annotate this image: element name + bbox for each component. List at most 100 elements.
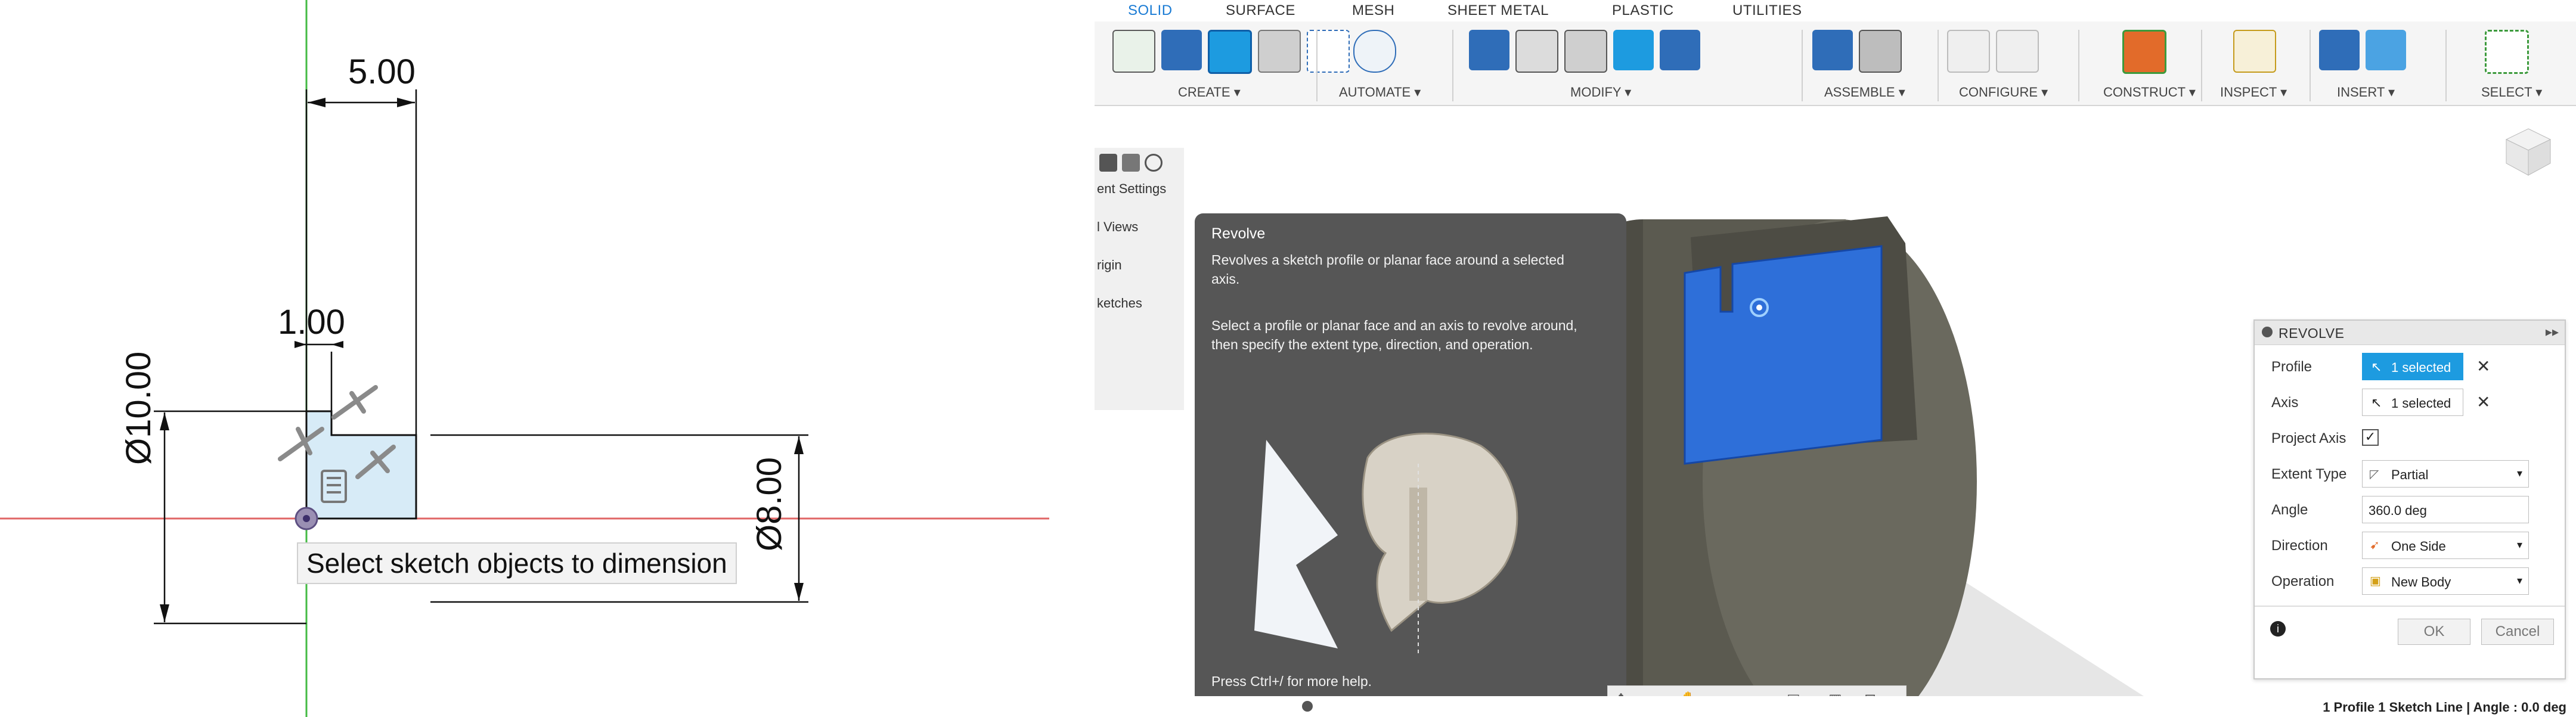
angle-label: Angle — [2271, 502, 2308, 518]
origin-point-icon[interactable] — [295, 507, 318, 530]
status-text: 1 Profile 1 Sketch Line | Angle : 0.0 de… — [2323, 700, 2566, 715]
ok-button[interactable]: OK — [2398, 619, 2470, 645]
dim-diameter-right[interactable]: Ø8.00 — [750, 457, 789, 551]
tab-plastic[interactable]: PLASTIC — [1612, 2, 1674, 19]
revolve-icon[interactable] — [1208, 30, 1252, 74]
visibility-icon[interactable] — [1145, 154, 1163, 172]
inspect-group: INSPECT ▾ — [2209, 26, 2299, 103]
extrude-icon[interactable] — [1161, 30, 1202, 70]
dim-top-width[interactable]: 5.00 — [348, 52, 416, 91]
select-menu[interactable]: SELECT ▾ — [2481, 85, 2542, 100]
construct-menu[interactable]: CONSTRUCT ▾ — [2103, 85, 2196, 100]
direction-dropdown[interactable]: ➹ One Side ▾ — [2362, 532, 2529, 559]
project-axis-label: Project Axis — [2271, 430, 2346, 446]
automate-icon[interactable] — [1353, 30, 1396, 73]
extent-type-dropdown[interactable]: ◸ Partial ▾ — [2362, 460, 2529, 488]
browser-item-settings[interactable]: ent Settings — [1097, 181, 1166, 197]
insert-image-icon[interactable] — [2366, 30, 2406, 70]
create-group: CREATE ▾ — [1112, 26, 1350, 103]
selected-profile[interactable] — [1684, 245, 1883, 465]
sketch-drawing: 5.00 1.00 Ø10.00 Ø8.00 — [0, 0, 1049, 717]
axis-label: Axis — [2271, 395, 2299, 411]
sketch-canvas[interactable]: 5.00 1.00 Ø10.00 Ø8.00 Select sketch obj… — [0, 0, 1049, 717]
hole-icon[interactable] — [1258, 30, 1301, 73]
modify-menu[interactable]: MODIFY ▾ — [1570, 85, 1631, 100]
dim-step[interactable]: 1.00 — [278, 303, 345, 342]
dim-diameter-left[interactable]: Ø10.00 — [119, 352, 158, 465]
construct-plane-icon[interactable] — [2122, 30, 2166, 74]
angle-input[interactable]: 360.0 deg — [2362, 496, 2529, 523]
inspect-menu[interactable]: INSPECT ▾ — [2220, 85, 2287, 100]
browser-toggle-icon[interactable] — [1099, 154, 1117, 172]
measure-icon[interactable] — [2233, 30, 2276, 73]
toolbar-divider — [1452, 30, 1453, 101]
insert-derive-icon[interactable] — [2319, 30, 2360, 70]
browser-search-icon[interactable] — [1122, 154, 1140, 172]
browser-item-origin[interactable]: rigin — [1097, 257, 1122, 273]
construct-group: CONSTRUCT ▾ — [2087, 26, 2200, 103]
chamfer-icon[interactable] — [1564, 30, 1607, 73]
toolbar: CREATE ▾ AUTOMATE ▾ MODIFY ▾ ASSEMBLE ▾ … — [1095, 21, 2576, 106]
canvas-viewport[interactable]: ent Settings l Views rigin ketches Revol… — [1095, 106, 2576, 704]
project-axis-row: Project Axis ✓ — [2255, 421, 2565, 455]
insert-group: INSERT ▾ — [2319, 26, 2438, 103]
revolve-illustration — [1254, 433, 1518, 654]
combine-icon[interactable] — [1660, 30, 1700, 70]
expand-icon[interactable]: ▸▸ — [2546, 324, 2559, 340]
profile-row: Profile ↖ 1 selected ✕ — [2255, 349, 2565, 384]
direction-row: Direction ➹ One Side ▾ — [2255, 528, 2565, 563]
toolbar-divider — [2310, 30, 2311, 101]
chevron-down-icon: ▾ — [2516, 539, 2522, 551]
table-icon[interactable] — [1996, 30, 2039, 73]
create-menu[interactable]: CREATE ▾ — [1178, 85, 1241, 100]
toolbar-divider — [1938, 30, 1939, 101]
tab-surface[interactable]: SURFACE — [1226, 2, 1295, 19]
clear-axis-button[interactable]: ✕ — [2476, 392, 2490, 412]
browser-item-sketches[interactable]: ketches — [1097, 296, 1142, 311]
tab-utilities[interactable]: UTILITIES — [1732, 2, 1802, 19]
tab-mesh[interactable]: MESH — [1352, 2, 1394, 19]
assemble-menu[interactable]: ASSEMBLE ▾ — [1824, 85, 1905, 100]
browser-item-views[interactable]: l Views — [1097, 219, 1138, 235]
automate-menu[interactable]: AUTOMATE ▾ — [1339, 85, 1421, 100]
tooltip-description: Revolves a sketch profile or planar face… — [1211, 252, 1564, 287]
configure-group: CONFIGURE ▾ — [1947, 26, 2066, 103]
operation-dropdown[interactable]: ▣ New Body ▾ — [2362, 567, 2529, 595]
project-axis-checkbox[interactable]: ✓ — [2362, 429, 2379, 446]
joint-icon[interactable] — [1859, 30, 1902, 73]
profile-selector[interactable]: ↖ 1 selected — [2362, 353, 2463, 380]
dialog-title: REVOLVE — [2279, 325, 2345, 341]
tooltip-title: Revolve — [1211, 225, 1266, 242]
toolbar-divider — [2201, 30, 2202, 101]
press-pull-icon[interactable] — [1469, 30, 1509, 70]
angle-row: Angle 360.0 deg — [2255, 492, 2565, 527]
info-icon[interactable]: i — [2270, 621, 2286, 637]
chevron-down-icon: ▾ — [2516, 467, 2522, 479]
cancel-button[interactable]: Cancel — [2481, 619, 2554, 645]
fillet-icon[interactable] — [1515, 30, 1558, 73]
select-icon[interactable] — [2485, 30, 2529, 74]
clear-profile-button[interactable]: ✕ — [2476, 356, 2490, 376]
new-body-icon: ▣ — [2370, 575, 2381, 588]
fusion-window: SOLID SURFACE MESH SHEET METAL PLASTIC U… — [1095, 0, 2576, 717]
tab-solid[interactable]: SOLID — [1123, 2, 1177, 24]
status-bar: 1 Profile 1 Sketch Line | Angle : 0.0 de… — [1095, 696, 2576, 717]
new-sketch-icon[interactable] — [1112, 30, 1155, 73]
tab-sheet-metal[interactable]: SHEET METAL — [1447, 2, 1549, 19]
dialog-divider — [2255, 606, 2565, 607]
collapse-icon[interactable] — [2262, 327, 2273, 337]
configure-menu[interactable]: CONFIGURE ▾ — [1959, 85, 2048, 100]
one-side-icon: ➹ — [2370, 539, 2380, 552]
shell-icon[interactable] — [1613, 30, 1654, 70]
insert-menu[interactable]: INSERT ▾ — [2337, 85, 2395, 100]
toolbar-divider — [2078, 30, 2079, 101]
partial-icon: ◸ — [2370, 468, 2379, 481]
tooltip-instructions: Select a profile or planar face and an a… — [1211, 318, 1577, 352]
configure-icon[interactable] — [1947, 30, 1990, 73]
view-cube[interactable] — [2501, 124, 2555, 178]
new-component-icon[interactable] — [1812, 30, 1853, 70]
chevron-down-icon: ▾ — [2516, 575, 2522, 586]
comments-icon[interactable] — [1302, 701, 1313, 712]
axis-selector[interactable]: ↖ 1 selected — [2362, 389, 2463, 416]
operation-label: Operation — [2271, 573, 2335, 589]
